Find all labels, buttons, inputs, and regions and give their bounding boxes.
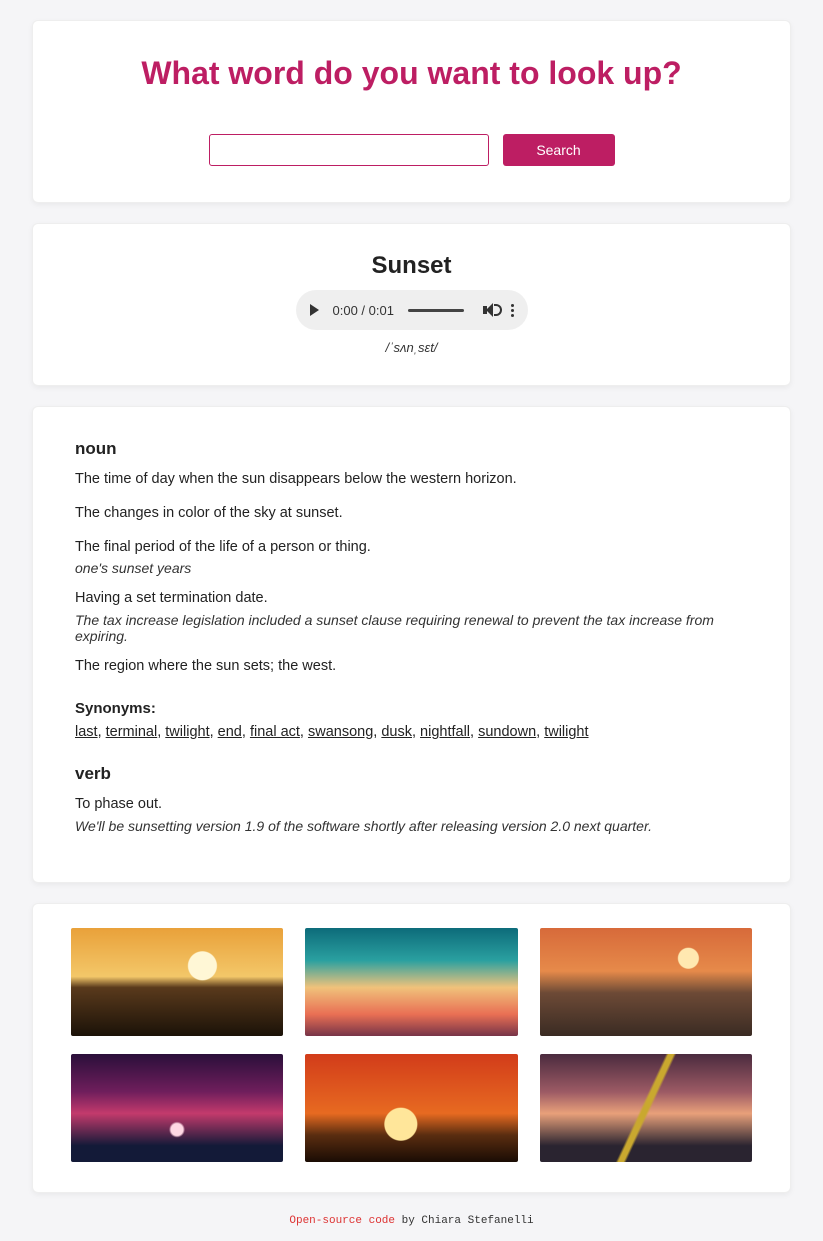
synonyms-row: last, terminal, twilight, end, final act… <box>75 721 748 744</box>
definition-text: The changes in color of the sky at sunse… <box>75 503 748 525</box>
synonym-link[interactable]: end <box>218 724 242 740</box>
synonym-link[interactable]: twilight <box>165 724 209 740</box>
definition-text: To phase out. <box>75 794 748 816</box>
definition-block: To phase out. We'll be sunsetting version… <box>75 794 748 834</box>
definition-block: The time of day when the sun disappears … <box>75 469 748 491</box>
definition-block: The changes in color of the sky at sunse… <box>75 503 748 525</box>
definition-example: We'll be sunsetting version 1.9 of the s… <box>75 818 748 834</box>
page-title: What word do you want to look up? <box>75 55 748 92</box>
sunset-orange-sun-tree[interactable] <box>305 1054 517 1162</box>
volume-icon[interactable] <box>483 303 497 317</box>
synonym-link[interactable]: dusk <box>381 724 412 740</box>
verb-definitions: To phase out. We'll be sunsetting version… <box>75 794 748 834</box>
synonym-link[interactable]: final act <box>250 724 300 740</box>
footer-author-prefix: by <box>395 1215 421 1227</box>
sunset-pink-clouds-tree[interactable] <box>71 1054 283 1162</box>
definition-text: The final period of the life of a person… <box>75 537 748 559</box>
synonym-link[interactable]: sundown <box>478 724 536 740</box>
images-card <box>32 903 791 1193</box>
definition-block: The region where the sun sets; the west. <box>75 656 748 678</box>
synonym-link[interactable]: terminal <box>106 724 158 740</box>
definition-example: one's sunset years <box>75 560 748 576</box>
synonym-link[interactable]: last <box>75 724 98 740</box>
pos-verb-heading: verb <box>75 764 748 784</box>
noun-definitions: The time of day when the sun disappears … <box>75 469 748 678</box>
definition-block: Having a set termination date.The tax in… <box>75 588 748 644</box>
search-input[interactable] <box>209 134 489 166</box>
audio-time: 0:00 / 0:01 <box>333 303 394 318</box>
search-card: What word do you want to look up? Search <box>32 20 791 203</box>
play-icon[interactable] <box>310 304 319 316</box>
definition-text: The region where the sun sets; the west. <box>75 656 748 678</box>
sunset-gradient-teal-orange[interactable] <box>305 928 517 1036</box>
audio-player[interactable]: 0:00 / 0:01 <box>296 290 528 330</box>
search-button[interactable]: Search <box>503 134 615 166</box>
definition-text: The time of day when the sun disappears … <box>75 469 748 491</box>
synonym-link[interactable]: swansong <box>308 724 373 740</box>
footer-author: Chiara Stefanelli <box>421 1215 533 1227</box>
result-card: Sunset 0:00 / 0:01 /ˈsʌnˌsɛt/ <box>32 223 791 386</box>
sunset-silhouette-couple[interactable] <box>71 928 283 1036</box>
page-footer: Open-source code by Chiara Stefanelli <box>0 1213 823 1241</box>
definition-block: The final period of the life of a person… <box>75 537 748 577</box>
pos-noun-heading: noun <box>75 439 748 459</box>
definition-example: The tax increase legislation included a … <box>75 612 748 644</box>
open-source-link[interactable]: Open-source code <box>289 1215 395 1227</box>
synonym-link[interactable]: nightfall <box>420 724 470 740</box>
definitions-card: noun The time of day when the sun disapp… <box>32 406 791 883</box>
synonyms-label: Synonyms: <box>75 700 748 717</box>
image-grid <box>71 928 752 1162</box>
search-row: Search <box>75 134 748 166</box>
sunset-palm-road[interactable] <box>540 1054 752 1162</box>
audio-progress[interactable] <box>408 309 464 312</box>
synonym-link[interactable]: twilight <box>544 724 588 740</box>
kebab-menu-icon[interactable] <box>511 304 514 317</box>
definition-text: Having a set termination date. <box>75 588 748 610</box>
sunset-over-ocean[interactable] <box>540 928 752 1036</box>
result-word: Sunset <box>75 252 748 280</box>
phonetic-text: /ˈsʌnˌsɛt/ <box>75 340 748 355</box>
